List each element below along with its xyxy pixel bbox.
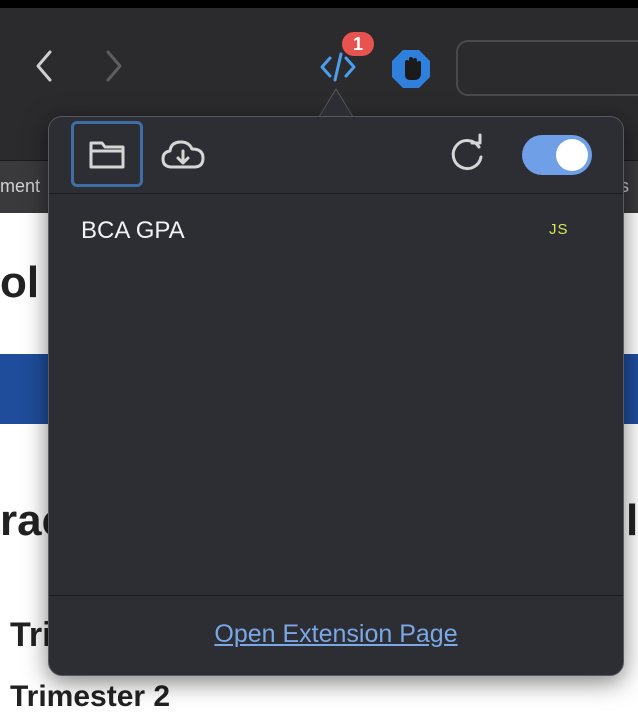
- back-button[interactable]: [30, 46, 58, 86]
- toggle-knob: [556, 139, 588, 171]
- hand-stop-icon: [392, 50, 430, 88]
- address-bar[interactable]: [456, 40, 638, 96]
- popover-footer: Open Extension Page: [49, 595, 623, 676]
- userscripts-popover: BCA GPA JS Open Extension Page: [48, 116, 624, 676]
- refresh-icon: [451, 133, 483, 171]
- script-type-badge: JS: [549, 221, 569, 238]
- script-list-item[interactable]: BCA GPA JS: [49, 213, 623, 253]
- trimester-2-heading: Trimester 2: [10, 680, 171, 713]
- popover-arrow: [320, 90, 352, 116]
- adblock-extension-button[interactable]: [390, 48, 432, 90]
- chevron-right-icon: [106, 50, 122, 82]
- popover-header: [49, 117, 623, 194]
- notification-badge: 1: [342, 32, 374, 56]
- page-subheading-right: ls: [626, 496, 638, 545]
- open-extension-page-link[interactable]: Open Extension Page: [49, 620, 623, 649]
- refresh-button[interactable]: [445, 131, 489, 179]
- bookmark-item[interactable]: ment: [0, 176, 40, 197]
- download-script-button[interactable]: [159, 131, 207, 179]
- trimester-1-heading: Tri: [10, 616, 52, 654]
- folder-icon: [89, 141, 125, 169]
- cloud-download-icon: [161, 140, 205, 169]
- open-folder-button[interactable]: [71, 121, 143, 187]
- enable-toggle[interactable]: [522, 135, 592, 175]
- chevron-left-icon: [36, 50, 52, 82]
- forward-button[interactable]: [100, 46, 128, 86]
- script-name: BCA GPA: [81, 217, 185, 244]
